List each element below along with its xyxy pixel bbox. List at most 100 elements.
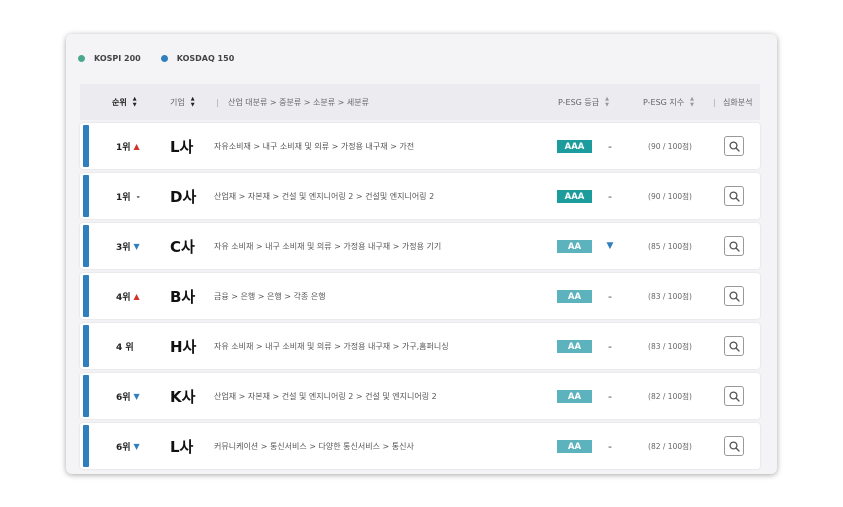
grade-change: -: [608, 389, 612, 403]
industry-path: 커뮤니케이션 > 통신서비스 > 다양한 통신서비스 > 통신사: [214, 441, 414, 451]
analysis-button[interactable]: [724, 186, 744, 206]
grade-change: -: [608, 439, 612, 453]
table-header: 순위 ▲ ▼ 기업 ▲ ▼ | 산업 대분류 > 중분류 > 소분류 > 세분류 P…: [80, 84, 760, 120]
grade-badge: AAA: [557, 140, 592, 153]
market-indicator-bar: [83, 225, 89, 267]
rank-label: 3위: [116, 242, 131, 253]
search-icon: [728, 140, 740, 152]
grade-change: -: [608, 339, 612, 353]
trend-down-icon: ▼: [133, 441, 140, 451]
analysis-button[interactable]: [724, 336, 744, 356]
column-company-label: 기업: [170, 97, 185, 107]
column-rank[interactable]: 순위 ▲ ▼: [112, 84, 137, 120]
table-row[interactable]: 1위 ▲ L사 자유소비재 > 내구 소비재 및 의류 > 가정용 내구재 > …: [80, 123, 760, 169]
rank-cell: 1위 -: [116, 173, 140, 219]
index-score: (85 / 100점): [648, 241, 692, 251]
industry-path: 자유소비재 > 내구 소비재 및 의류 > 가정용 내구재 > 가전: [214, 141, 415, 151]
rank-label: 1위: [116, 192, 131, 203]
rank-label: 6위: [116, 392, 131, 403]
grade-badge: AA: [557, 340, 592, 353]
rank-cell: 6위 ▼: [116, 423, 140, 469]
index-score: (82 / 100점): [648, 391, 692, 401]
column-separator: |: [216, 97, 219, 107]
search-icon: [728, 290, 740, 302]
company-name: D사: [170, 187, 197, 206]
rank-label: 1위: [116, 142, 131, 153]
grade-badge: AA: [557, 390, 592, 403]
market-indicator-bar: [83, 125, 89, 167]
column-company[interactable]: 기업 ▲ ▼: [170, 84, 195, 120]
grade-badge: AA: [557, 440, 592, 453]
grade-badge: AA: [557, 290, 592, 303]
analysis-button[interactable]: [724, 136, 744, 156]
rank-cell: 3위 ▼: [116, 223, 140, 269]
market-indicator-bar: [83, 425, 89, 467]
table-row[interactable]: 3위 ▼ C사 자유 소비재 > 내구 소비재 및 의류 > 가정용 내구재 >…: [80, 223, 760, 269]
table-row[interactable]: 4위 ▲ B사 금융 > 은행 > 은행 > 각종 은행 AA - (83 / …: [80, 273, 760, 319]
table-row[interactable]: 6위 ▼ L사 커뮤니케이션 > 통신서비스 > 다양한 통신서비스 > 통신사…: [80, 423, 760, 469]
rank-cell: 4 위: [116, 323, 137, 369]
legend-kospi: KOSPI 200: [78, 54, 141, 63]
company-name: L사: [170, 437, 194, 456]
column-analysis: 심화분석: [723, 97, 753, 107]
industry-path: 금융 > 은행 > 은행 > 각종 은행: [214, 291, 326, 301]
market-indicator-bar: [83, 175, 89, 217]
column-industry: 산업 대분류 > 중분류 > 소분류 > 세분류: [228, 97, 369, 107]
company-name: B사: [170, 287, 196, 306]
search-icon: [728, 340, 740, 352]
grade-badge: AAA: [557, 190, 592, 203]
grade-change: -: [608, 139, 612, 153]
kosdaq-dot-icon: [160, 55, 168, 62]
column-index-label: P-ESG 지수: [643, 97, 685, 107]
index-legend: KOSPI 200 KOSDAQ 150: [78, 54, 254, 63]
analysis-button[interactable]: [724, 436, 744, 456]
index-score: (83 / 100점): [648, 341, 692, 351]
column-rank-label: 순위: [112, 97, 127, 107]
industry-path: 자유 소비재 > 내구 소비재 및 의류 > 가정용 내구재 > 가구,홈퍼니싱: [214, 341, 449, 351]
grade-change: ▼: [606, 241, 614, 251]
kospi-dot-icon: [78, 55, 85, 62]
company-name: H사: [170, 337, 197, 356]
grade-change: -: [608, 289, 612, 303]
search-icon: [728, 390, 740, 402]
legend-kosdaq-label: KOSDAQ 150: [176, 54, 235, 63]
sort-icon: ▲ ▼: [132, 96, 137, 108]
analysis-button[interactable]: [724, 386, 744, 406]
legend-kospi-label: KOSPI 200: [94, 54, 141, 63]
column-separator: |: [713, 97, 716, 107]
rank-label: 6위: [116, 442, 131, 453]
trend-up-icon: ▲: [133, 141, 140, 151]
trend-down-icon: ▼: [133, 241, 140, 251]
column-grade-label: P-ESG 등급: [558, 97, 600, 107]
search-icon: [728, 190, 740, 202]
sort-icon: ▲ ▼: [605, 96, 609, 108]
market-indicator-bar: [83, 275, 89, 317]
industry-path: 산업재 > 자본재 > 건설 및 엔지니어링 2 > 건설및 엔지니어링 2: [214, 191, 435, 201]
rank-label: 4 위: [116, 342, 134, 353]
analysis-button[interactable]: [724, 236, 744, 256]
column-grade[interactable]: P-ESG 등급 ▲ ▼: [558, 84, 609, 120]
column-index[interactable]: P-ESG 지수 ▲ ▼: [643, 84, 694, 120]
rank-cell: 1위 ▲: [116, 123, 140, 169]
rank-cell: 6위 ▼: [116, 373, 140, 419]
sort-icon: ▲ ▼: [190, 96, 195, 108]
table-row[interactable]: 6위 ▼ K사 산업재 > 자본재 > 건설 및 엔지니어링 2 > 건설 및 …: [80, 373, 760, 419]
market-indicator-bar: [83, 325, 89, 367]
market-indicator-bar: [83, 375, 89, 417]
table-row[interactable]: 4 위 H사 자유 소비재 > 내구 소비재 및 의류 > 가정용 내구재 > …: [80, 323, 760, 369]
trend-flat-icon: -: [136, 191, 140, 201]
trend-up-icon: ▲: [133, 291, 140, 301]
company-name: L사: [170, 137, 194, 156]
index-score: (82 / 100점): [648, 441, 692, 451]
search-icon: [728, 440, 740, 452]
trend-down-icon: ▼: [133, 391, 140, 401]
table-row[interactable]: 1위 - D사 산업재 > 자본재 > 건설 및 엔지니어링 2 > 건설및 엔…: [80, 173, 760, 219]
grade-badge: AA: [557, 240, 592, 253]
analysis-button[interactable]: [724, 286, 744, 306]
index-score: (83 / 100점): [648, 291, 692, 301]
industry-path: 산업재 > 자본재 > 건설 및 엔지니어링 2 > 건설 및 엔지니어링 2: [214, 391, 437, 401]
grade-change: -: [608, 189, 612, 203]
industry-path: 자유 소비재 > 내구 소비재 및 의류 > 가정용 내구재 > 가정용 기기: [214, 241, 442, 251]
index-score: (90 / 100점): [648, 191, 692, 201]
company-name: K사: [170, 387, 196, 406]
